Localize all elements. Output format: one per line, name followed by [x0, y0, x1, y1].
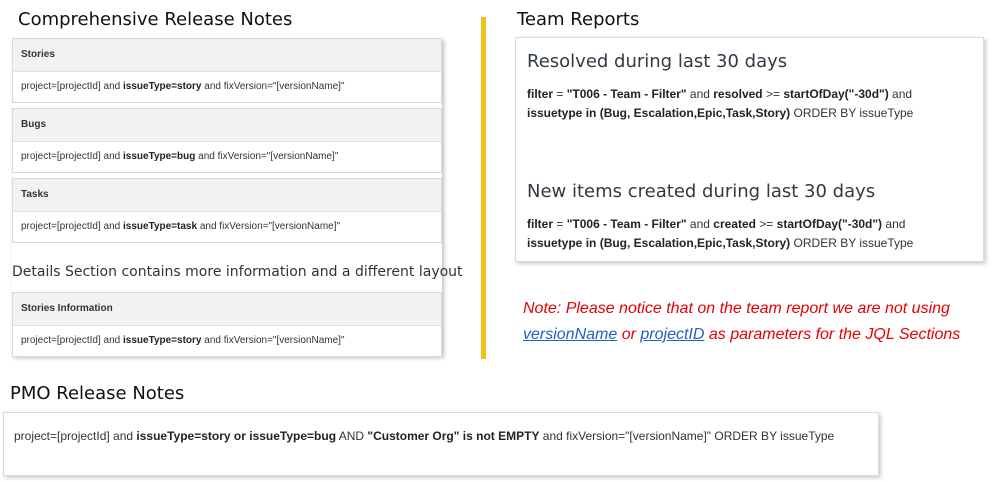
bugs-section-header: Bugs	[13, 109, 441, 142]
team-reports-card: Resolved during last 30 days filter = "T…	[515, 37, 984, 262]
vertical-divider	[481, 17, 486, 359]
comprehensive-release-notes-title: Comprehensive Release Notes	[18, 9, 293, 30]
stories-information-header: Stories Information	[13, 293, 441, 326]
tasks-section-header: Tasks	[13, 179, 441, 212]
project-id-link[interactable]: projectID	[640, 326, 704, 343]
pmo-jql: project=[projectId] and issueType=story …	[14, 429, 835, 443]
stories-information-section: Stories Information project=[projectId] …	[12, 292, 442, 357]
created-block-title: New items created during last 30 days	[527, 181, 876, 202]
details-section-note: Details Section contains more informatio…	[12, 264, 463, 280]
team-report-note: Note: Please notice that on the team rep…	[523, 300, 961, 343]
created-block-jql: filter = "T006 - Team - Filter" and crea…	[527, 217, 914, 250]
bugs-section: Bugs project=[projectId] and issueType=b…	[12, 108, 442, 173]
pmo-release-notes-card: project=[projectId] and issueType=story …	[3, 412, 879, 476]
resolved-block-jql: filter = "T006 - Team - Filter" and reso…	[527, 87, 914, 120]
stories-section-jql: project=[projectId] and issueType=story …	[21, 81, 345, 92]
resolved-block-title: Resolved during last 30 days	[527, 51, 788, 72]
team-reports-title: Team Reports	[517, 9, 640, 30]
stories-information-jql: project=[projectId] and issueType=story …	[21, 335, 345, 346]
stories-section-header: Stories	[13, 39, 441, 72]
stories-section: Stories project=[projectId] and issueTyp…	[12, 38, 442, 103]
pmo-release-notes-title: PMO Release Notes	[10, 383, 185, 404]
bugs-section-jql: project=[projectId] and issueType=bug an…	[21, 151, 339, 162]
tasks-section-jql: project=[projectId] and issueType=task a…	[21, 221, 341, 232]
tasks-section: Tasks project=[projectId] and issueType=…	[12, 178, 442, 243]
version-name-link[interactable]: versionName	[523, 326, 617, 343]
comprehensive-release-notes-panel: Stories project=[projectId] and issueTyp…	[12, 38, 463, 357]
